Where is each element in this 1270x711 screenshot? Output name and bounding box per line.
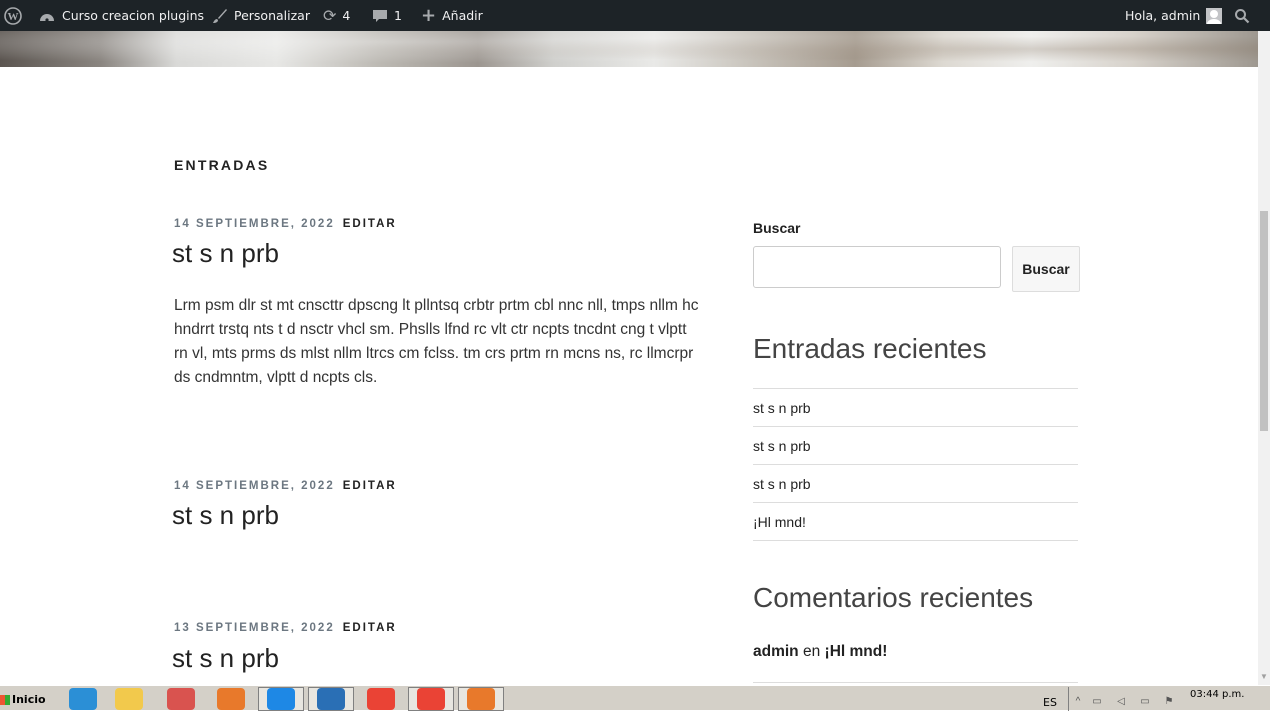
folder-icon: [115, 688, 143, 710]
comments-count: 1: [394, 8, 402, 23]
post-title-link[interactable]: st s n prb: [172, 238, 279, 269]
dashboard-icon: [38, 9, 56, 23]
network-icon[interactable]: ▭: [1091, 696, 1103, 708]
plus-icon: +: [421, 4, 437, 26]
search-icon: [1234, 8, 1250, 24]
comments-link[interactable]: 1: [372, 0, 402, 31]
customize-label: Personalizar: [234, 8, 310, 23]
wordpress-icon: W: [4, 6, 22, 25]
recent-posts-list: st s n prb st s n prb st s n prb ¡Hl mnd…: [753, 388, 1078, 541]
search-input[interactable]: [753, 246, 1001, 288]
header-image: [0, 31, 1258, 67]
recent-posts-title: Entradas recientes: [753, 333, 987, 364]
admin-search-button[interactable]: [1234, 0, 1250, 31]
internet-explorer-icon: [69, 688, 97, 710]
comment-on-label: en: [802, 643, 821, 660]
taskbar-app-explorer[interactable]: [106, 687, 152, 711]
scissors-icon: [167, 688, 195, 710]
comment-bubble-icon: [372, 8, 388, 24]
post-meta-3: 13 SEPTIEMBRE, 2022 EDITAR: [174, 622, 397, 634]
xampp-icon: [467, 688, 495, 710]
start-label: Inicio: [12, 693, 46, 706]
customize-link[interactable]: Personalizar: [212, 0, 310, 31]
add-new-label: Añadir: [442, 8, 483, 23]
edit-post-link[interactable]: EDITAR: [343, 622, 397, 634]
taskbar-app-xampp[interactable]: [458, 687, 504, 711]
greeting-label: Hola, admin: [1125, 8, 1201, 23]
search-widget-label: Buscar: [753, 220, 801, 236]
taskbar-app-edge[interactable]: [258, 687, 304, 711]
page-title: ENTRADAS: [174, 157, 270, 173]
site-name-link[interactable]: Curso creacion plugins: [38, 0, 204, 31]
comment-post-link[interactable]: ¡Hl mnd!: [825, 643, 888, 660]
recent-post-link[interactable]: ¡Hl mnd!: [753, 503, 1078, 541]
taskbar-app-chrome-2[interactable]: [408, 687, 454, 711]
show-hidden-icons-icon[interactable]: ^: [1072, 696, 1084, 708]
page-scrollbar[interactable]: ▼: [1258, 31, 1270, 685]
chrome-icon: [417, 688, 445, 710]
post-excerpt: Lrm psm dlr st mt cnscttr dpscng lt plln…: [174, 297, 699, 386]
start-button[interactable]: Inicio: [0, 688, 50, 711]
updates-count: 4: [342, 8, 351, 23]
clock[interactable]: 03:44 p.m.: [1190, 689, 1244, 700]
admin-bar: W Curso creacion plugins Personalizar ⟳ …: [0, 0, 1270, 31]
recent-post-link[interactable]: st s n prb: [753, 389, 1078, 427]
post-meta-1: 14 SEPTIEMBRE, 2022 EDITAR: [174, 218, 397, 230]
language-indicator[interactable]: ES: [1043, 696, 1057, 709]
svg-text:W: W: [8, 11, 19, 23]
taskbar-app-chrome[interactable]: [358, 687, 404, 711]
recent-post-link[interactable]: st s n prb: [753, 465, 1078, 503]
post-date-link[interactable]: 14 SEPTIEMBRE, 2022: [174, 218, 335, 230]
taskbar-app-snipping[interactable]: [158, 687, 204, 711]
windows-taskbar: Inicio ES ^ ▭ ◁ ▭ ⚑ 03:44 p.m.: [0, 685, 1270, 711]
account-menu[interactable]: Hola, admin: [1125, 0, 1223, 31]
firefox-icon: [217, 688, 245, 710]
edit-post-link[interactable]: EDITAR: [343, 218, 397, 230]
wordpress-logo-button[interactable]: W: [4, 0, 22, 31]
scrollbar-thumb[interactable]: [1260, 211, 1268, 431]
comment-author: admin: [753, 643, 799, 660]
recent-post-link[interactable]: st s n prb: [753, 427, 1078, 465]
updates-link[interactable]: ⟳ 4: [323, 0, 350, 31]
recent-comment-item: admin en ¡Hl mnd!: [753, 643, 887, 661]
device-icon[interactable]: ▭: [1139, 696, 1151, 708]
post-date-link[interactable]: 13 SEPTIEMBRE, 2022: [174, 622, 335, 634]
add-new-link[interactable]: + Añadir: [421, 0, 483, 31]
post-title-link[interactable]: st s n prb: [172, 643, 279, 674]
post-date-link[interactable]: 14 SEPTIEMBRE, 2022: [174, 480, 335, 492]
avatar: [1206, 7, 1223, 24]
search-button[interactable]: Buscar: [1012, 246, 1080, 292]
taskbar-app-firefox[interactable]: [208, 687, 254, 711]
taskbar-app-internet-explorer[interactable]: [60, 687, 106, 711]
post-meta-2: 14 SEPTIEMBRE, 2022 EDITAR: [174, 480, 397, 492]
chrome-icon: [367, 688, 395, 710]
windows-flag-icon: [0, 694, 10, 705]
recent-comments-title: Comentarios recientes: [753, 582, 1034, 613]
edge-icon: [267, 688, 295, 710]
updates-icon: ⟳: [323, 5, 337, 25]
divider: [753, 682, 1078, 683]
site-name-label: Curso creacion plugins: [62, 8, 205, 23]
brush-icon: [212, 8, 228, 24]
edit-post-link[interactable]: EDITAR: [343, 480, 397, 492]
volume-icon[interactable]: ◁: [1115, 696, 1127, 708]
post-title-link[interactable]: st s n prb: [172, 500, 279, 531]
editor-icon: [317, 688, 345, 710]
taskbar-app-editor[interactable]: [308, 687, 354, 711]
scroll-down-arrow-icon[interactable]: ▼: [1258, 671, 1270, 683]
flag-icon[interactable]: ⚑: [1163, 696, 1175, 708]
